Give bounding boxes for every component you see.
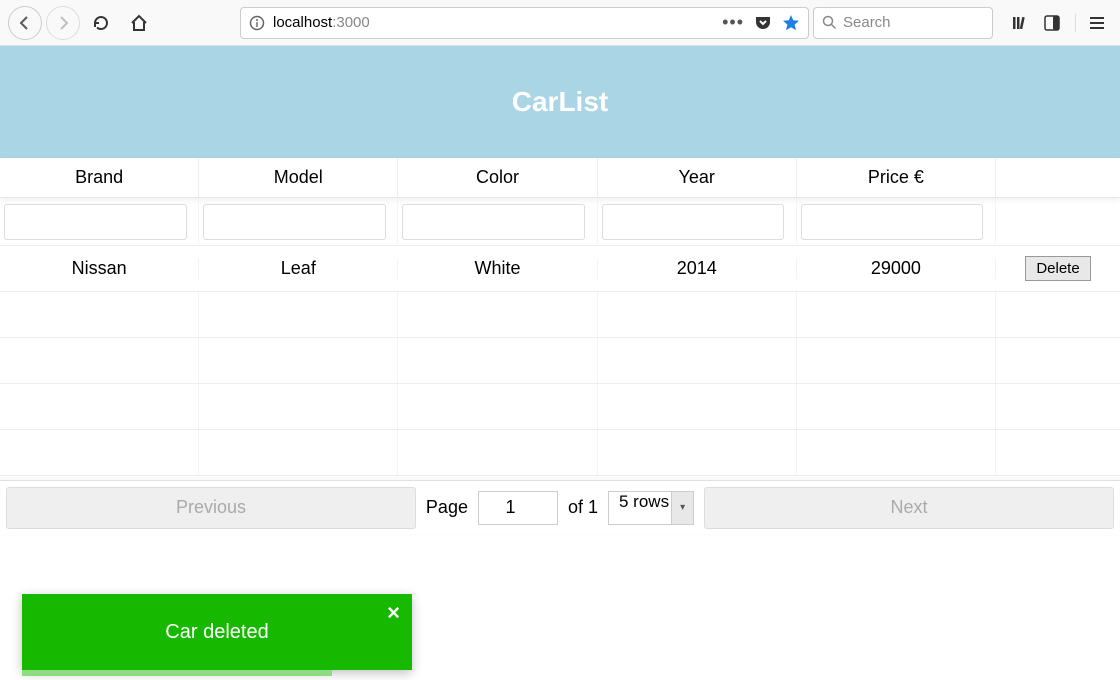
- cell-color: White: [398, 258, 597, 279]
- chevron-down-icon[interactable]: ▾: [671, 492, 693, 524]
- empty-row: [0, 384, 1120, 430]
- col-actions: [996, 158, 1120, 197]
- url-host: localhost: [273, 14, 332, 31]
- col-brand[interactable]: Brand: [0, 158, 199, 197]
- cell-price: 29000: [797, 258, 996, 279]
- reload-button[interactable]: [84, 6, 118, 40]
- toast-progress: [22, 670, 332, 676]
- delete-button[interactable]: Delete: [1025, 256, 1090, 281]
- col-color[interactable]: Color: [398, 158, 597, 197]
- cell-year: 2014: [598, 258, 797, 279]
- search-placeholder: Search: [843, 14, 891, 31]
- filter-row: [0, 198, 1120, 246]
- toast-notification: Car deleted ×: [22, 594, 412, 670]
- home-button[interactable]: [122, 6, 156, 40]
- app-title: CarList: [512, 86, 608, 118]
- library-icon[interactable]: [1011, 14, 1029, 32]
- table-row: Nissan Leaf White 2014 29000 Delete: [0, 246, 1120, 292]
- filter-price[interactable]: [801, 204, 984, 240]
- previous-button[interactable]: Previous: [6, 487, 416, 529]
- filter-model[interactable]: [203, 204, 386, 240]
- pocket-icon[interactable]: [754, 14, 772, 32]
- browser-toolbar: localhost:3000 ••• Search: [0, 0, 1120, 46]
- col-price[interactable]: Price €: [797, 158, 996, 197]
- toast-message: Car deleted: [165, 621, 268, 644]
- url-text: localhost:3000: [273, 14, 714, 31]
- page-of-label: of 1: [568, 497, 598, 518]
- forward-button: [46, 6, 80, 40]
- page-label: Page: [426, 497, 468, 518]
- info-icon[interactable]: [249, 15, 265, 31]
- cell-model: Leaf: [199, 258, 398, 279]
- filter-year[interactable]: [602, 204, 785, 240]
- empty-row: [0, 430, 1120, 476]
- url-bar[interactable]: localhost:3000 •••: [240, 7, 809, 39]
- col-model[interactable]: Model: [199, 158, 398, 197]
- table-header-row: Brand Model Color Year Price €: [0, 158, 1120, 198]
- filter-color[interactable]: [402, 204, 585, 240]
- back-button[interactable]: [8, 6, 42, 40]
- cell-brand: Nissan: [0, 258, 199, 279]
- search-icon: [822, 15, 837, 30]
- search-bar[interactable]: Search: [813, 7, 993, 39]
- car-table: Brand Model Color Year Price € Nissan Le…: [0, 158, 1120, 476]
- more-icon[interactable]: •••: [722, 12, 744, 33]
- next-button[interactable]: Next: [704, 487, 1114, 529]
- col-year[interactable]: Year: [598, 158, 797, 197]
- url-port: :3000: [332, 14, 370, 31]
- bookmark-star-icon[interactable]: [782, 14, 800, 32]
- filter-brand[interactable]: [4, 204, 187, 240]
- empty-row: [0, 338, 1120, 384]
- empty-row: [0, 292, 1120, 338]
- app-header: CarList: [0, 46, 1120, 158]
- close-icon[interactable]: ×: [387, 600, 400, 626]
- pagination-bar: Previous Page of 1 5 rows ▾ Next: [0, 480, 1120, 534]
- sidebar-icon[interactable]: [1043, 14, 1061, 32]
- page-input[interactable]: [478, 491, 558, 525]
- menu-icon[interactable]: [1075, 14, 1106, 32]
